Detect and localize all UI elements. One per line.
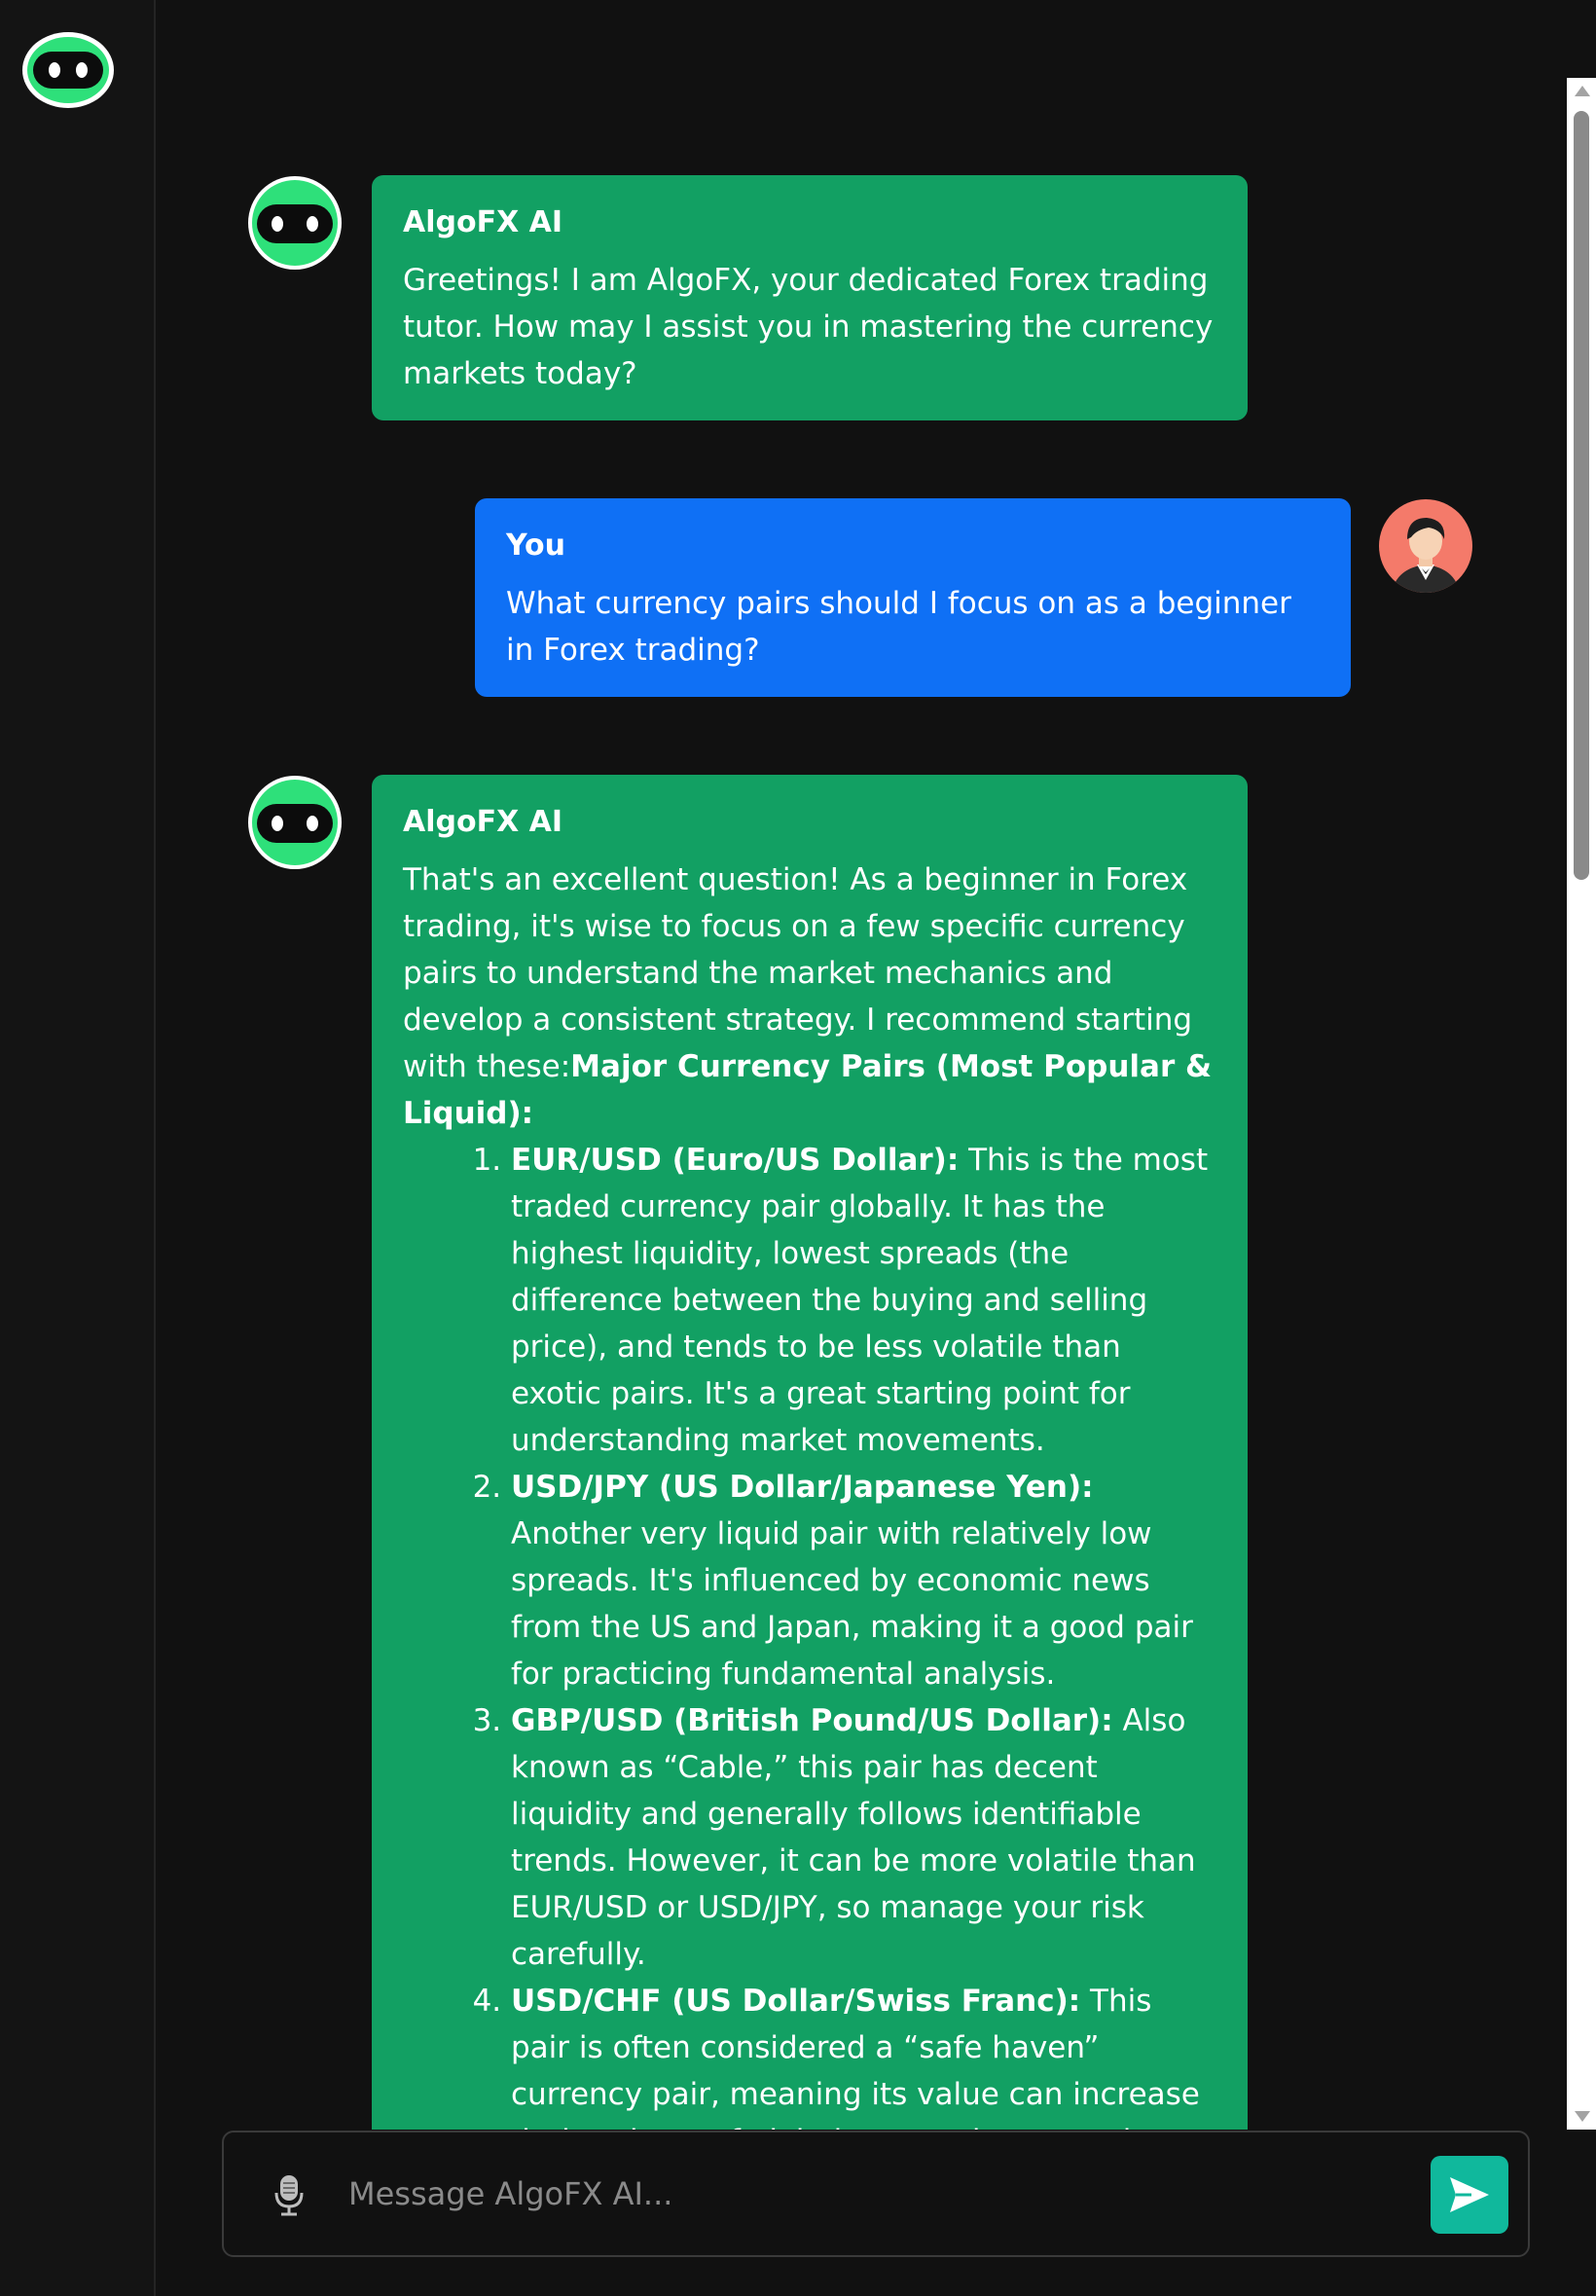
send-arrow-icon [1450, 2177, 1489, 2212]
microphone-icon[interactable] [274, 2173, 304, 2220]
bot-avatar-icon [247, 175, 343, 271]
list-item: USD/CHF (US Dollar/Swiss Franc): This pa… [511, 1978, 1216, 2130]
pair-title: USD/CHF (US Dollar/Swiss Franc): [511, 1984, 1081, 2019]
message-composer [222, 2131, 1530, 2257]
bot-message-bubble: AlgoFX AI Greetings! I am AlgoFX, your d… [372, 175, 1248, 420]
bot-message-bubble: AlgoFX AI That's an excellent question! … [372, 775, 1248, 2130]
scroll-down-arrow-icon[interactable] [1575, 2111, 1590, 2122]
pair-title: EUR/USD (Euro/US Dollar): [511, 1143, 960, 1178]
chat-area: AlgoFX AI Greetings! I am AlgoFX, your d… [156, 0, 1567, 2130]
sidebar [0, 0, 156, 2296]
pair-description: Another very liquid pair with relatively… [511, 1516, 1193, 1692]
message-input[interactable] [346, 2162, 1368, 2226]
pair-description: This is the most traded currency pair gl… [511, 1143, 1209, 1458]
list-item: EUR/USD (Euro/US Dollar): This is the mo… [511, 1137, 1216, 1464]
user-avatar-icon [1378, 498, 1473, 594]
user-message-bubble: You What currency pairs should I focus o… [475, 498, 1351, 697]
bot-logo-icon[interactable] [21, 31, 115, 113]
list-item: GBP/USD (British Pound/US Dollar): Also … [511, 1697, 1216, 1978]
scroll-up-arrow-icon[interactable] [1575, 86, 1590, 96]
list-item: USD/JPY (US Dollar/Japanese Yen): Anothe… [511, 1464, 1216, 1697]
message-text: That's an excellent question! As a begin… [403, 856, 1216, 1137]
currency-pair-list: EUR/USD (Euro/US Dollar): This is the mo… [403, 1137, 1216, 2130]
send-button[interactable] [1431, 2156, 1508, 2234]
pair-description: Also known as “Cable,” this pair has dec… [511, 1703, 1196, 1972]
pair-title: GBP/USD (British Pound/US Dollar): [511, 1703, 1113, 1738]
message-sender: You [506, 528, 565, 563]
message-text: Greetings! I am AlgoFX, your dedicated F… [403, 263, 1214, 391]
message-text: What currency pairs should I focus on as… [506, 586, 1291, 668]
message-sender: AlgoFX AI [403, 205, 563, 239]
message-sender: AlgoFX AI [403, 805, 563, 839]
scrollbar-thumb[interactable] [1574, 111, 1589, 880]
bot-avatar-icon [247, 775, 343, 870]
chat-scrollbar[interactable] [1567, 78, 1596, 2130]
pair-title: USD/JPY (US Dollar/Japanese Yen): [511, 1470, 1094, 1505]
